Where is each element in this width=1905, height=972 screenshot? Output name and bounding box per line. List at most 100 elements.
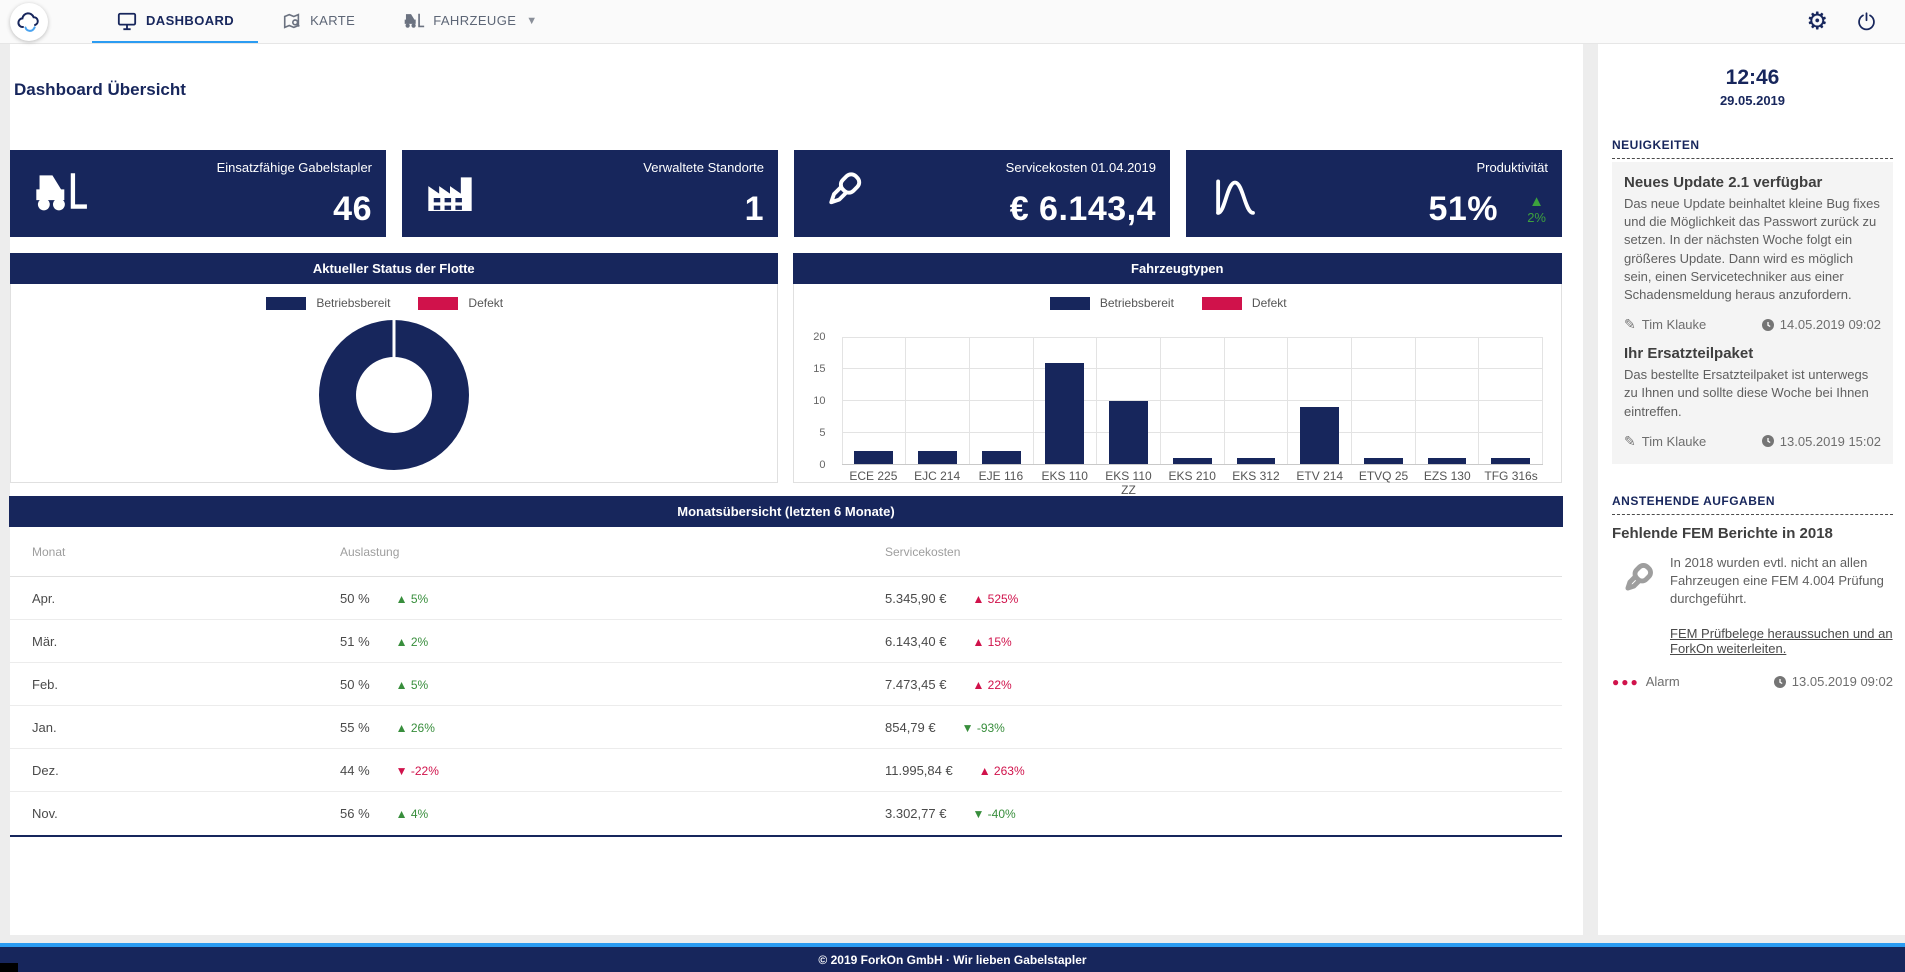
chevron-down-icon: ▼ — [526, 15, 537, 27]
news-timestamp: 13.05.2019 15:02 — [1780, 434, 1881, 449]
bar-xlabel: EZS 130 — [1415, 469, 1479, 497]
bar-slot — [1034, 338, 1098, 464]
auslastung-trend: ▲ 5% — [396, 592, 429, 606]
kpi-card-produktivitaet: Produktivität 51% ▲ 2% — [1186, 150, 1562, 237]
factory-icon — [424, 167, 476, 220]
page-title: Dashboard Übersicht — [14, 80, 1583, 100]
screwdriver-gray-icon — [1612, 554, 1660, 659]
cell-monat: Feb. — [10, 677, 340, 692]
bar-xlabel: EJE 116 — [969, 469, 1033, 497]
cell-servicekosten: 6.143,40 €▲ 15% — [885, 634, 1562, 649]
kpi-value: 1 — [745, 190, 764, 229]
monthly-table: Monatsübersicht (letzten 6 Monate) Monat… — [10, 496, 1562, 837]
donut-ring — [319, 320, 469, 470]
bar-EJC 214 — [918, 451, 957, 464]
donut-hole — [356, 357, 432, 433]
kpi-value: 46 — [333, 190, 372, 229]
legend-swatch-betriebsbereit — [1050, 297, 1090, 310]
task-link[interactable]: FEM Prüfbelege heraussuchen und an ForkO… — [1670, 626, 1893, 656]
screwdriver-icon — [816, 165, 868, 222]
bar-xlabel: EJC 214 — [905, 469, 969, 497]
topbar: DASHBOARD KARTE — [0, 0, 1905, 44]
bar-ETVQ 25 — [1364, 458, 1403, 464]
news-body: Das neue Update beinhaltet kleine Bug fi… — [1624, 195, 1881, 304]
tab-dashboard-label: DASHBOARD — [146, 13, 234, 28]
bar-ytick: 0 — [819, 459, 825, 471]
col-header-auslastung: Auslastung — [340, 545, 885, 559]
cell-auslastung: 50 %▲ 5% — [340, 677, 885, 692]
cell-auslastung: 55 %▲ 26% — [340, 720, 885, 735]
map-icon — [282, 11, 302, 31]
table-row: Mär.51 %▲ 2%6.143,40 €▲ 15% — [10, 620, 1562, 663]
kpi-value: 51% — [1428, 190, 1498, 229]
fleet-status-title: Aktueller Status der Flotte — [10, 253, 778, 284]
servicekosten-trend: ▼ -40% — [972, 807, 1015, 821]
task-item: Fehlende FEM Berichte in 2018 In 2018 wu… — [1612, 525, 1893, 690]
bar-xlabel: EKS 110 ZZ — [1097, 469, 1161, 497]
news-body: Das bestellte Ersatzteilpaket ist unterw… — [1624, 366, 1881, 421]
news-card: Neues Update 2.1 verfügbar Das neue Upda… — [1612, 162, 1893, 464]
logout-power-icon[interactable] — [1856, 11, 1877, 32]
news-author: Tim Klauke — [1642, 317, 1707, 332]
kpi-value: € 6.143,4 — [1010, 190, 1156, 229]
bar-xlabel: ECE 225 — [842, 469, 906, 497]
alarm-dots-icon: ●●● — [1612, 675, 1640, 689]
kpi-label: Einsatzfähige Gabelstapler — [217, 160, 372, 175]
current-date: 29.05.2019 — [1612, 93, 1893, 108]
bar-slot — [970, 338, 1034, 464]
cell-monat: Dez. — [10, 763, 340, 778]
news-heading: NEUIGKEITEN — [1612, 138, 1893, 159]
legend-swatch-betriebsbereit — [266, 297, 306, 310]
app-screen: DASHBOARD KARTE — [0, 0, 1905, 972]
cell-auslastung: 51 %▲ 2% — [340, 634, 885, 649]
bar-slot — [1097, 338, 1161, 464]
donut-chart — [11, 310, 777, 470]
bar-ytick: 10 — [813, 395, 825, 407]
bar-xlabel: ETVQ 25 — [1352, 469, 1416, 497]
kpi-label: Verwaltete Standorte — [643, 160, 764, 175]
servicekosten-trend: ▲ 15% — [972, 635, 1011, 649]
legend-label: Betriebsbereit — [316, 296, 390, 310]
news-item[interactable]: Neues Update 2.1 verfügbar Das neue Upda… — [1624, 174, 1881, 333]
monthly-table-rows: Apr.50 %▲ 5%5.345,90 €▲ 525%Mär.51 %▲ 2%… — [10, 577, 1562, 835]
cell-auslastung: 56 %▲ 4% — [340, 806, 885, 821]
bar-xlabel: EKS 210 — [1160, 469, 1224, 497]
kpi-label: Produktivität — [1476, 160, 1548, 175]
task-status: Alarm — [1646, 674, 1680, 689]
table-row: Feb.50 %▲ 5%7.473,45 €▲ 22% — [10, 663, 1562, 706]
bar-xlabel: TFG 316s — [1479, 469, 1543, 497]
bar-chart-xlabels: ECE 225EJC 214EJE 116EKS 110EKS 110 ZZEK… — [842, 469, 1544, 497]
right-sidebar: 12:46 29.05.2019 NEUIGKEITEN Neues Updat… — [1598, 44, 1905, 935]
tasks-heading: ANSTEHENDE AUFGABEN — [1612, 494, 1893, 515]
tab-karte[interactable]: KARTE — [258, 0, 379, 43]
bar-ETV 214 — [1300, 407, 1339, 464]
bar-EJE 116 — [982, 451, 1021, 464]
col-header-monat: Monat — [10, 545, 340, 559]
news-item[interactable]: Ihr Ersatzteilpaket Das bestellte Ersatz… — [1624, 345, 1881, 450]
app-logo[interactable] — [10, 3, 48, 41]
tab-dashboard[interactable]: DASHBOARD — [92, 0, 258, 43]
legend-label: Betriebsbereit — [1100, 296, 1174, 310]
cloud-logo-icon — [16, 10, 42, 34]
bar-xlabel: ETV 214 — [1288, 469, 1352, 497]
bar-slot — [1288, 338, 1352, 464]
tab-fahrzeuge[interactable]: FAHRZEUGE ▼ — [379, 0, 561, 43]
donut-slice-gap — [392, 320, 395, 359]
bar-ECE 225 — [854, 451, 893, 464]
bar-ytick: 5 — [819, 427, 825, 439]
servicekosten-trend: ▲ 525% — [972, 592, 1018, 606]
monthly-table-title: Monatsübersicht (letzten 6 Monate) — [9, 496, 1563, 527]
news-author: Tim Klauke — [1642, 434, 1707, 449]
kpi-card-servicekosten: Servicekosten 01.04.2019 € 6.143,4 — [794, 150, 1170, 237]
tab-fahrzeuge-label: FAHRZEUGE — [433, 13, 516, 28]
cell-servicekosten: 5.345,90 €▲ 525% — [885, 591, 1562, 606]
auslastung-trend: ▲ 4% — [396, 807, 429, 821]
legend-label: Defekt — [468, 296, 503, 310]
bar-chart-plot — [842, 337, 1544, 465]
topbar-actions: ⚙ — [1806, 10, 1877, 34]
settings-gear-icon[interactable]: ⚙ — [1806, 10, 1828, 34]
news-meta: ✎ Tim Klauke 13.05.2019 15:02 — [1624, 433, 1881, 450]
table-header-row: Monat Auslastung Servicekosten — [10, 527, 1562, 577]
screen-corner-artifact — [0, 963, 18, 972]
bar-EKS 312 — [1237, 458, 1276, 464]
